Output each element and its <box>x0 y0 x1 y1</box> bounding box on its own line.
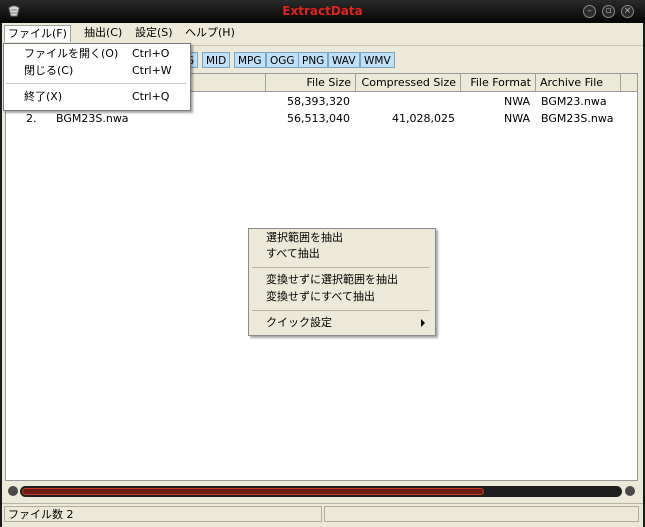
menu-separator <box>6 83 186 84</box>
context-item-label: 選択範囲を抽出 <box>266 231 343 244</box>
filter-mid-button[interactable]: MID <box>202 52 231 68</box>
menu-item-shortcut: Ctrl+O <box>132 47 170 60</box>
menu-item-exit[interactable]: 終了(X) Ctrl+Q <box>4 89 188 105</box>
row-name: BGM23S.nwa <box>56 112 129 125</box>
row-compressed-size: 41,028,025 <box>392 112 455 125</box>
filter-ogg-button[interactable]: OGG <box>266 52 299 68</box>
submenu-arrow-icon <box>420 315 426 336</box>
column-header-file-format[interactable]: File Format <box>461 74 536 91</box>
title-bar: ExtractData – ▫ × <box>0 0 645 23</box>
row-file-format: NWA <box>503 95 530 108</box>
row-archive-file: BGM23.nwa <box>541 95 607 108</box>
horizontal-scrollbar[interactable] <box>5 484 638 499</box>
menu-item-label: 終了(X) <box>24 90 63 103</box>
row-file-format: NWA <box>503 112 530 125</box>
column-header-filler <box>621 74 637 91</box>
menu-item-shortcut: Ctrl+W <box>132 64 172 77</box>
status-bar: ファイル数 2 <box>2 503 643 525</box>
menu-file[interactable]: ファイル(F) <box>4 25 71 42</box>
maximize-button[interactable]: ▫ <box>602 5 615 18</box>
menu-help[interactable]: ヘルプ(H) <box>182 25 238 41</box>
window-title: ExtractData <box>282 4 363 18</box>
context-item-label: すべて抽出 <box>266 247 320 260</box>
context-separator <box>252 310 430 311</box>
filter-mpg-button[interactable]: MPG <box>234 52 266 68</box>
row-file-size: 58,393,320 <box>287 95 350 108</box>
row-file-size: 56,513,040 <box>287 112 350 125</box>
menu-bar: ファイル(F) 抽出(C) 設定(S) ヘルプ(H) <box>2 23 643 43</box>
scroll-thumb[interactable] <box>22 488 484 495</box>
context-item-extract-all-raw[interactable]: 変換せずにすべて抽出 <box>249 289 433 305</box>
menu-item-label: ファイルを開く(O) <box>24 47 119 60</box>
row-archive-file: BGM23S.nwa <box>541 112 614 125</box>
column-header-archive-file[interactable]: Archive File <box>536 74 621 91</box>
menu-item-shortcut: Ctrl+Q <box>132 90 170 103</box>
context-item-quick-settings[interactable]: クイック設定 <box>249 315 433 331</box>
filter-wmv-button[interactable]: WMV <box>360 52 395 68</box>
menu-settings[interactable]: 設定(S) <box>132 25 176 41</box>
menu-item-open-file[interactable]: ファイルを開く(O) Ctrl+O <box>4 46 188 62</box>
status-file-count: ファイル数 2 <box>4 506 322 522</box>
context-item-label: クイック設定 <box>266 316 332 329</box>
context-menu: 選択範囲を抽出 すべて抽出 変換せずに選択範囲を抽出 変換せずにすべて抽出 クイ… <box>248 228 436 336</box>
close-button[interactable]: × <box>621 5 634 18</box>
row-index: 2. <box>26 112 37 125</box>
scroll-left-icon[interactable] <box>8 486 18 496</box>
context-item-label: 変換せずにすべて抽出 <box>266 290 375 303</box>
menu-item-label: 閉じる(C) <box>24 64 74 77</box>
filter-png-button[interactable]: PNG <box>298 52 329 68</box>
filter-wav-button[interactable]: WAV <box>328 52 360 68</box>
context-item-label: 変換せずに選択範囲を抽出 <box>266 273 398 286</box>
scroll-right-icon[interactable] <box>625 486 635 496</box>
scroll-track[interactable] <box>20 486 622 497</box>
context-item-extract-selection[interactable]: 選択範囲を抽出 <box>249 230 433 246</box>
minimize-button[interactable]: – <box>583 5 596 18</box>
menu-extract[interactable]: 抽出(C) <box>81 25 125 41</box>
menu-item-close[interactable]: 閉じる(C) Ctrl+W <box>4 63 188 79</box>
context-item-extract-selection-raw[interactable]: 変換せずに選択範囲を抽出 <box>249 272 433 288</box>
context-separator <box>252 267 430 268</box>
file-menu-dropdown: ファイルを開く(O) Ctrl+O 閉じる(C) Ctrl+W 終了(X) Ct… <box>3 43 191 111</box>
status-panel-empty <box>324 506 639 522</box>
row-compressed-size <box>356 94 455 110</box>
context-item-extract-all[interactable]: すべて抽出 <box>249 246 433 262</box>
table-row[interactable]: 2. BGM23S.nwa 56,513,040 41,028,025 NWA … <box>6 111 637 127</box>
column-header-file-size[interactable]: File Size <box>266 74 356 91</box>
column-header-compressed-size[interactable]: Compressed Size <box>356 74 461 91</box>
